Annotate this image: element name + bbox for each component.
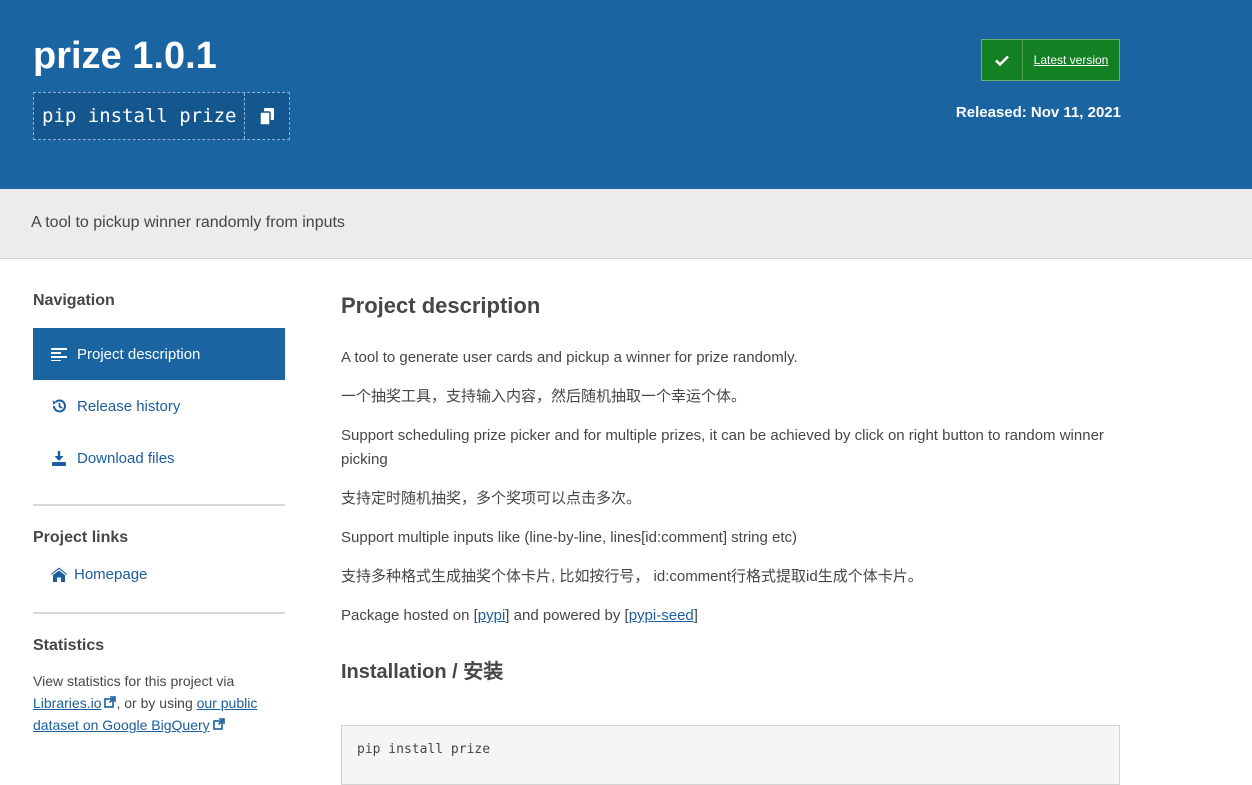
copy-icon — [260, 107, 275, 125]
hosted-middle: ] and powered by [ — [505, 607, 629, 624]
homepage-label: Homepage — [74, 565, 148, 583]
description-paragraph: Support scheduling prize picker and for … — [341, 427, 1104, 468]
download-icon — [49, 448, 69, 468]
statistics-text-2: , or by using — [116, 695, 193, 711]
description-paragraph: 支持多种格式生成抽奖个体卡片, 比如按行号， id:comment行格式提取id… — [341, 568, 923, 585]
nav-item-download-files[interactable]: Download files — [33, 432, 285, 484]
hosted-suffix: ] — [693, 607, 698, 624]
description-paragraph: Support multiple inputs like (line-by-li… — [341, 529, 798, 546]
pip-install-box: pip install prize — [33, 92, 291, 140]
installation-heading: Installation / 安装 — [341, 661, 504, 683]
copy-button[interactable] — [245, 93, 289, 139]
description-paragraph: 一个抽奖工具，支持输入内容，然后随机抽取一个幸运个体。 — [341, 388, 747, 405]
statistics-text: View statistics for this project via Lib… — [33, 670, 285, 736]
pypi-seed-link[interactable]: pypi-seed — [629, 607, 694, 624]
description-paragraph: 支持定时随机抽奖，多个奖项可以点击多次。 — [341, 490, 642, 507]
homepage-link[interactable]: Homepage — [33, 554, 285, 594]
nav-item-label: Download files — [77, 449, 175, 467]
nav-item-release-history[interactable]: Release history — [33, 380, 285, 432]
project-links-heading: Project links — [33, 529, 129, 546]
pip-command[interactable]: pip install prize — [34, 93, 246, 139]
release-date: Released: Nov 11, 2021 — [955, 104, 1121, 121]
check-icon — [982, 40, 1023, 80]
external-link-icon — [104, 696, 117, 708]
history-icon — [49, 396, 69, 416]
nav-item-project-description[interactable]: Project description — [33, 328, 285, 380]
libraries-io-link[interactable]: Libraries.io — [33, 695, 101, 711]
latest-version-button[interactable]: Latest version — [981, 39, 1120, 81]
pypi-link[interactable]: pypi — [478, 607, 506, 624]
package-summary-band: A tool to pickup winner randomly from in… — [0, 189, 1252, 259]
statistics-text-1: View statistics for this project via — [33, 673, 235, 689]
package-title: prize 1.0.1 — [33, 35, 217, 77]
navigation-heading: Navigation — [33, 292, 115, 309]
nav-item-label: Project description — [77, 345, 201, 363]
description-paragraph: A tool to generate user cards and pickup… — [341, 349, 798, 366]
package-header-banner: prize 1.0.1 pip install prize Latest ver… — [0, 0, 1252, 189]
statistics-heading: Statistics — [33, 637, 105, 654]
install-code: pip install prize — [357, 742, 491, 757]
sidebar: Navigation Project description Release h… — [33, 259, 285, 736]
external-link-icon — [212, 718, 225, 730]
project-description-section: Project description A tool to generate u… — [341, 259, 1121, 686]
description-heading: Project description — [341, 293, 541, 318]
home-icon — [49, 564, 69, 584]
hosted-prefix: Package hosted on [ — [341, 607, 478, 624]
nav-item-label: Release history — [77, 397, 181, 415]
install-code-block: pip install prize — [341, 725, 1120, 785]
package-summary: A tool to pickup winner randomly from in… — [31, 214, 345, 231]
align-left-icon — [49, 344, 69, 364]
hosted-paragraph: Package hosted on [pypi] and powered by … — [341, 604, 1121, 628]
latest-version-label: Latest version — [1033, 53, 1109, 67]
